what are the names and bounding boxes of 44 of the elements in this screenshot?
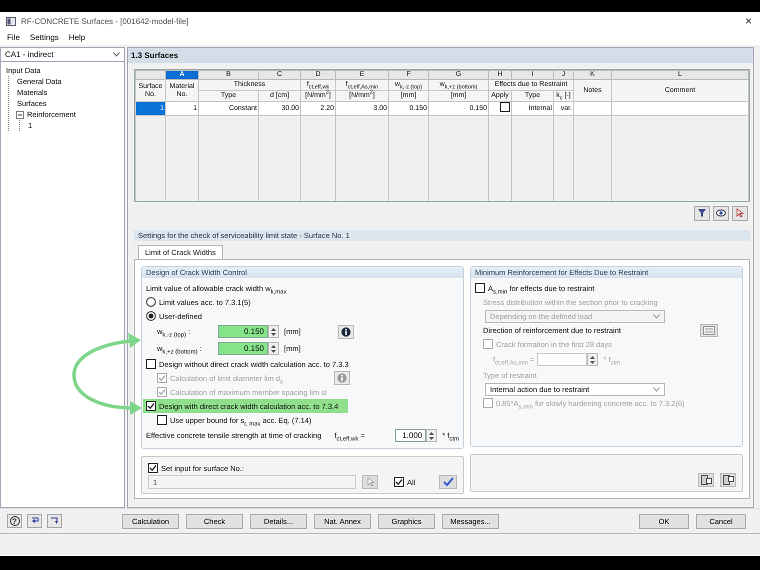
eye-icon[interactable] <box>713 206 729 220</box>
checkbox-icon <box>157 415 167 425</box>
checkbox-icon <box>157 387 167 397</box>
checkbox-icon <box>475 283 485 293</box>
case-dropdown[interactable]: CA1 - indirect <box>1 48 124 62</box>
export-icon[interactable] <box>47 514 62 528</box>
checkmark-icon[interactable] <box>439 475 457 489</box>
spinner-icon[interactable] <box>268 325 279 338</box>
window-title: RF-CONCRETE Surfaces - [001642-model-file] <box>21 16 189 26</box>
info-icon <box>337 373 348 383</box>
close-button[interactable]: × <box>742 14 754 28</box>
help-button[interactable]: ? <box>7 514 22 528</box>
direction-button[interactable] <box>700 324 718 336</box>
checkbox-icon <box>394 477 404 487</box>
pointer-icon[interactable] <box>732 206 748 220</box>
import-icon[interactable] <box>27 514 42 528</box>
spinner-icon[interactable] <box>268 342 279 355</box>
number-field[interactable]: 0.150 <box>218 325 268 338</box>
checkbox-icon <box>157 373 167 383</box>
caret-icon <box>113 52 120 57</box>
caret-icon <box>653 314 660 318</box>
number-field[interactable]: 0.150 <box>218 342 268 355</box>
menu-item[interactable]: File <box>3 32 24 43</box>
checkbox[interactable] <box>500 102 510 112</box>
app-icon <box>6 16 16 26</box>
checkbox-icon <box>146 401 156 411</box>
document-icon[interactable] <box>720 473 736 487</box>
caret-icon <box>653 386 660 392</box>
checkbox-icon <box>483 398 493 408</box>
panel-title: 1.3 Surfaces <box>128 48 753 63</box>
pointer-icon[interactable] <box>362 475 378 489</box>
checkbox-icon <box>483 339 493 349</box>
checkbox-icon <box>146 359 156 369</box>
filter-icon[interactable] <box>694 206 710 220</box>
document-icon[interactable] <box>698 473 714 487</box>
menu-item[interactable]: Help <box>64 32 90 43</box>
grid-icon <box>703 326 715 334</box>
menu-item[interactable]: Settings <box>26 32 63 43</box>
info-icon <box>340 326 351 336</box>
checkbox-icon <box>148 463 158 473</box>
number-field[interactable]: 1.000 <box>395 429 426 442</box>
spinner-icon[interactable] <box>426 429 438 442</box>
info-button[interactable] <box>338 324 354 338</box>
collapse-icon[interactable] <box>16 110 24 118</box>
